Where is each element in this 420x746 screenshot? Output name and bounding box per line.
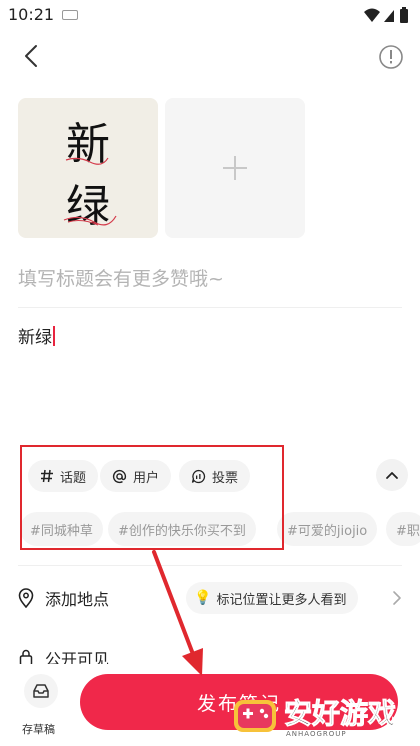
- collapse-tools-button[interactable]: [376, 459, 408, 491]
- status-icons: [362, 6, 412, 26]
- annotation-box: [20, 445, 284, 550]
- info-button[interactable]: [378, 44, 404, 70]
- watermark-brand: 安好游戏: [283, 697, 397, 731]
- back-button[interactable]: [18, 42, 46, 70]
- save-draft-button[interactable]: 存草稿: [22, 674, 60, 738]
- topic-chip[interactable]: #职: [386, 512, 420, 546]
- signal-battery-icon: [364, 7, 408, 23]
- body-text: 新绿: [18, 328, 52, 348]
- status-time: 10:21: [8, 5, 55, 24]
- title-input[interactable]: 填写标题会有更多赞哦~: [18, 264, 224, 291]
- location-label: 添加地点: [45, 590, 110, 609]
- gamepad-logo-icon: [234, 700, 276, 732]
- privacy-label: 公开可见: [45, 650, 110, 666]
- draft-icon-wrap: [24, 674, 58, 708]
- location-row[interactable]: 添加地点 💡 标记位置让更多人看到: [18, 582, 402, 614]
- plus-icon: [223, 156, 247, 180]
- save-draft-label: 存草稿: [22, 723, 55, 736]
- divider: [18, 307, 402, 308]
- watermark-url: ANHAOGROUP: [286, 730, 347, 738]
- add-image-button[interactable]: [165, 98, 305, 238]
- lightbulb-icon: 💡: [194, 590, 212, 606]
- keyboard-icon: [62, 10, 78, 20]
- chevron-up-icon: [386, 472, 398, 479]
- image-thumbnail[interactable]: 新 绿: [18, 98, 158, 238]
- body-input[interactable]: 新绿: [18, 323, 55, 348]
- chevron-left-icon: [25, 45, 37, 67]
- status-bar: 10:21: [0, 0, 420, 32]
- text-caret: [53, 326, 55, 346]
- watermark: 安好游戏 ANHAOGROUP: [232, 690, 412, 742]
- scribble-decoration: [63, 157, 117, 226]
- divider: [18, 565, 402, 566]
- inbox-icon: [33, 684, 49, 698]
- location-hint-text: 标记位置让更多人看到: [216, 592, 347, 608]
- topic-chip[interactable]: #可爱的jiojio: [277, 512, 378, 546]
- privacy-row[interactable]: 公开可见: [18, 644, 402, 666]
- location-hint[interactable]: 💡 标记位置让更多人看到: [186, 582, 359, 614]
- chevron-right-icon: [392, 590, 402, 610]
- exclamation-circle-icon: [379, 45, 403, 69]
- location-pin-icon: [18, 588, 34, 612]
